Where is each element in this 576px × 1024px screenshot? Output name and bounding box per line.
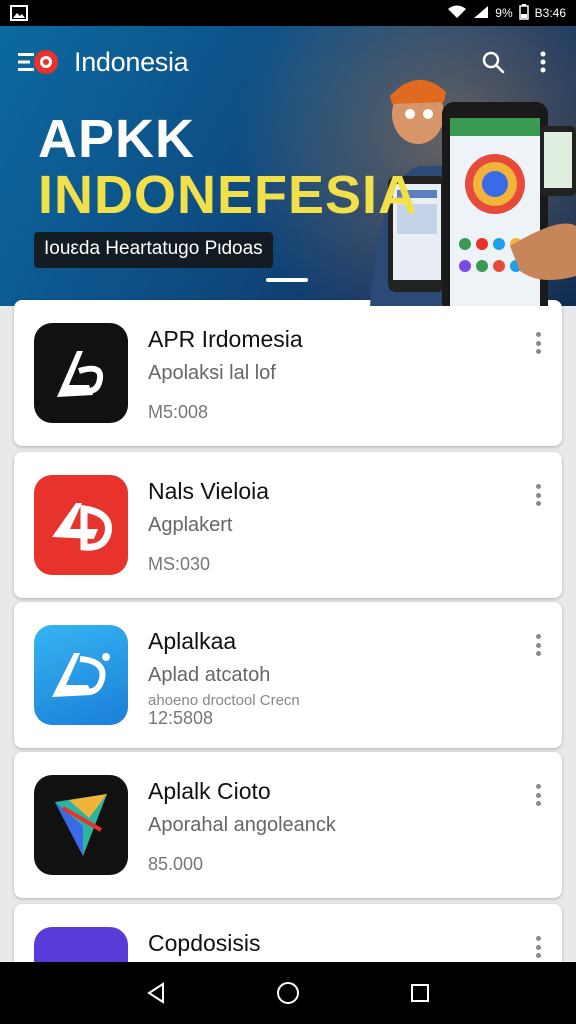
app-meta-overlay: ahoeno droctool Crecn — [148, 692, 300, 709]
app-meta: 12:5808 — [148, 708, 214, 728]
item-overflow-icon[interactable] — [528, 330, 548, 356]
banner-headline-2: INDONEFESIA — [38, 165, 419, 225]
gallery-notification-icon — [10, 4, 32, 22]
app-list-item[interactable]: APR Irdomesia Apolaksi lal lof M5:008 — [14, 300, 562, 446]
back-icon[interactable] — [136, 973, 176, 1013]
banner-headline-1: APKK — [38, 109, 196, 169]
signal-icon — [473, 5, 489, 22]
app-toolbar: Indonesia — [0, 26, 576, 98]
status-bar: 9% B3:46 — [0, 0, 576, 26]
app-list-item[interactable]: Aplalkaa Aplad atcatoh ahoeno droctool C… — [14, 602, 562, 748]
prism-logo-icon — [34, 775, 128, 875]
app-list-item[interactable]: Nals Vieloia Agplakert MS:030 — [14, 452, 562, 598]
app-meta: 85.000 — [148, 854, 204, 874]
app-subtitle: Aplad atcatoh — [148, 664, 271, 686]
item-overflow-icon[interactable] — [528, 934, 548, 960]
app-name: Copdosisis — [148, 930, 261, 956]
banner-tagline: Iouεda Heartatugo Pιdoas — [34, 232, 273, 268]
ap-logo-icon — [34, 323, 128, 423]
app-title: Indonesia — [74, 46, 189, 77]
overflow-menu-icon[interactable] — [528, 47, 558, 77]
app-subtitle: Apolaksi lal lof — [148, 362, 276, 384]
system-nav-bar — [0, 962, 576, 1024]
battery-percent: 9% — [495, 6, 513, 20]
search-icon[interactable] — [478, 47, 508, 77]
wifi-icon — [447, 5, 467, 22]
app-subtitle: Agplakert — [148, 514, 233, 536]
app-subtitle: Aporahal angoleanck — [148, 814, 336, 836]
battery-icon — [518, 3, 529, 23]
app-name: Aplalk Cioto — [148, 778, 271, 804]
app-name: APR Irdomesia — [148, 326, 303, 352]
clock: B3:46 — [534, 6, 566, 20]
ap-blue-logo-icon — [34, 625, 128, 725]
menu-logo-icon[interactable] — [18, 47, 60, 77]
hero-banner[interactable]: Indonesia APKK INDONEFESIA Iouεda Hearta… — [0, 26, 576, 306]
home-icon[interactable] — [268, 973, 308, 1013]
item-overflow-icon[interactable] — [528, 782, 548, 808]
ad-logo-icon — [34, 475, 128, 575]
app-list-item[interactable]: Aplalk Cioto Aporahal angoleanck 85.000 — [14, 752, 562, 898]
app-name: Aplalkaa — [148, 628, 237, 654]
app-name: Nals Vieloia — [148, 478, 270, 504]
app-meta: M5:008 — [148, 402, 209, 422]
recents-icon[interactable] — [400, 973, 440, 1013]
item-overflow-icon[interactable] — [528, 482, 548, 508]
app-meta: MS:030 — [148, 554, 211, 574]
carousel-indicator[interactable] — [266, 278, 308, 282]
item-overflow-icon[interactable] — [528, 632, 548, 658]
